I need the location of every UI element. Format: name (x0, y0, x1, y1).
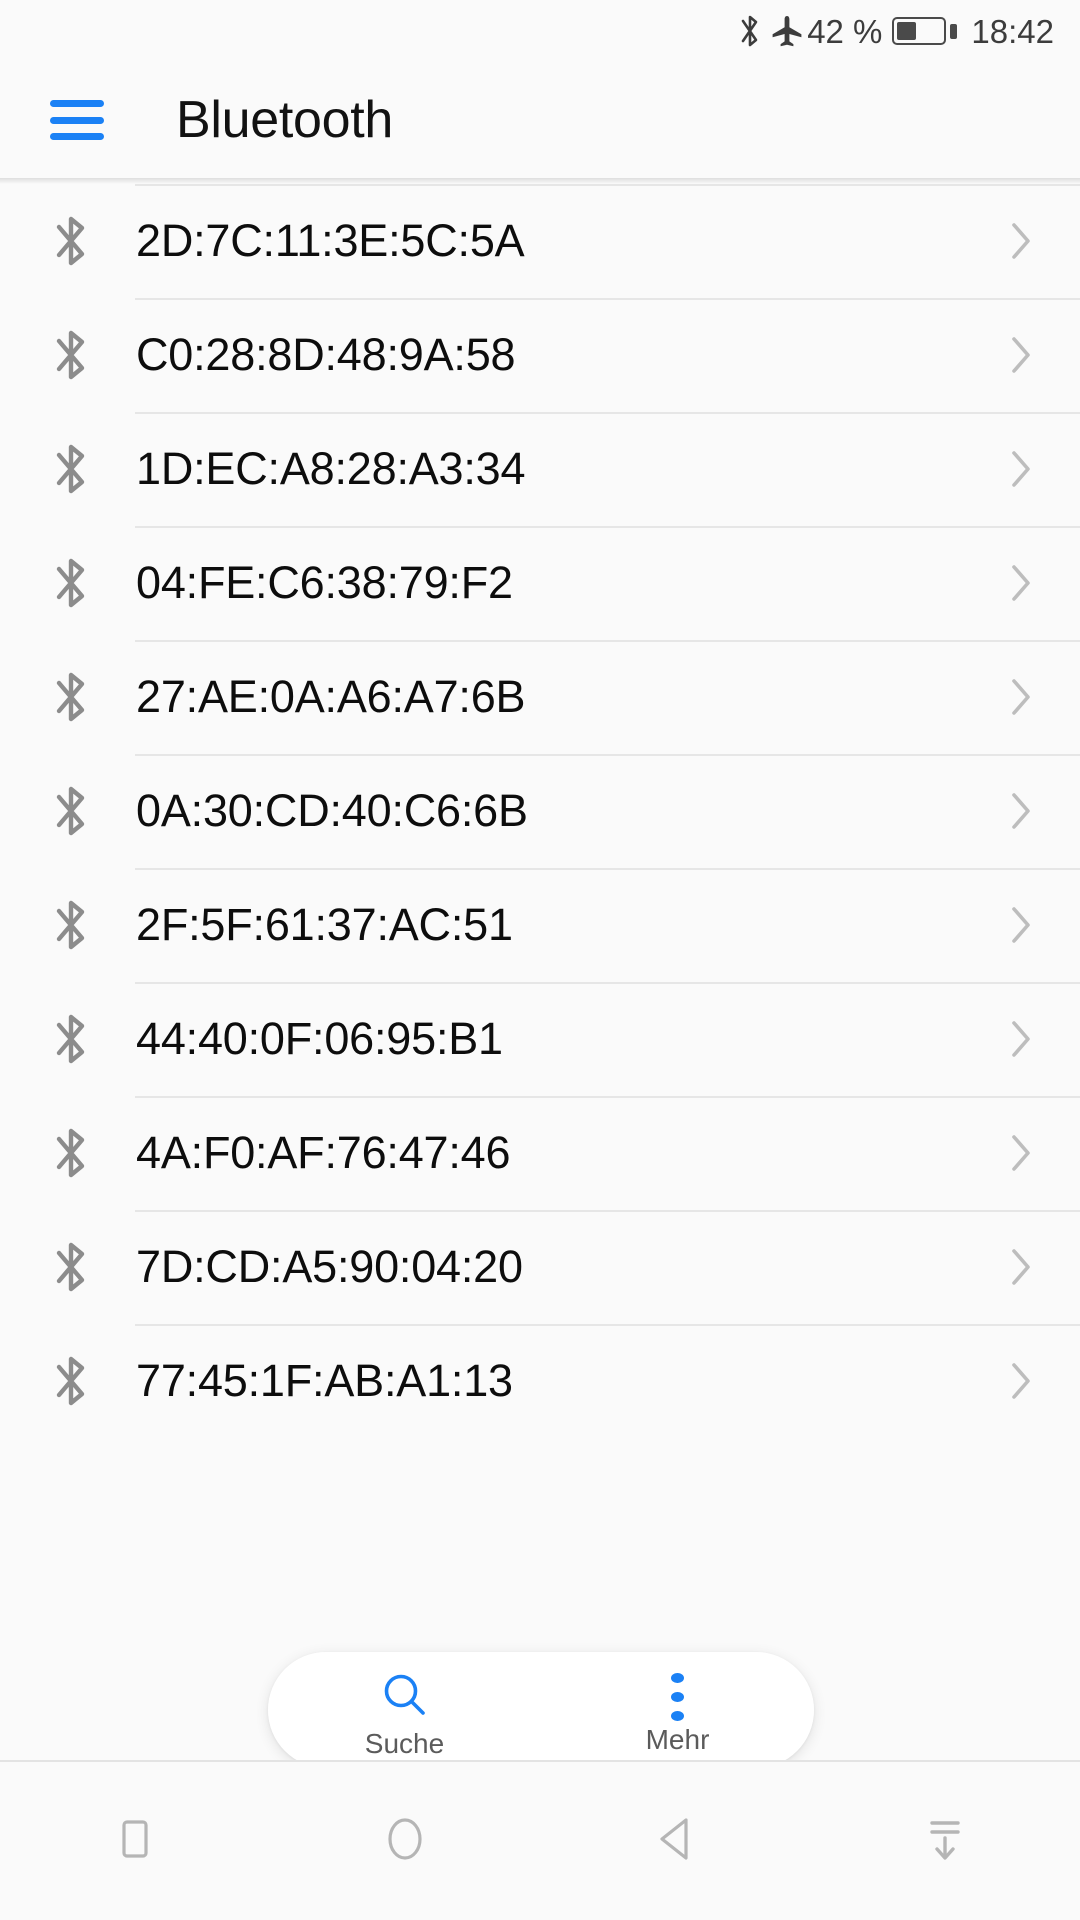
more-vertical-icon (671, 1673, 684, 1722)
battery-percent-label: 42 % (807, 15, 882, 48)
device-row[interactable]: 27:AE:0A:A6:A7:6B (0, 640, 1080, 754)
hide-navbar-button[interactable] (865, 1761, 1025, 1920)
device-address-label: 04:FE:C6:38:79:F2 (136, 557, 513, 609)
bluetooth-device-icon (48, 1008, 94, 1070)
bluetooth-device-icon (48, 1122, 94, 1184)
back-button[interactable] (595, 1761, 755, 1920)
home-button[interactable] (325, 1761, 485, 1920)
back-triangle-icon (648, 1812, 702, 1871)
bluetooth-device-icon (48, 894, 94, 956)
device-row[interactable]: 44:40:0F:06:95:B1 (0, 982, 1080, 1096)
device-address-label: 1D:EC:A8:28:A3:34 (136, 443, 525, 495)
device-address-label: 2F:5F:61:37:AC:51 (136, 899, 513, 951)
bluetooth-device-icon (48, 1350, 94, 1412)
phone-screen: 42 % 18:42 Bluetooth 2D:7C:11:3E:5C:5A C0… (0, 0, 1080, 1920)
bluetooth-device-icon (48, 1236, 94, 1298)
page-title: Bluetooth (176, 94, 393, 146)
bluetooth-device-icon (48, 666, 94, 728)
bluetooth-icon (737, 11, 763, 51)
airplane-mode-icon (769, 13, 805, 49)
chevron-right-icon[interactable] (1010, 221, 1032, 261)
system-navigation-bar (0, 1760, 1080, 1920)
bluetooth-device-icon (48, 552, 94, 614)
chevron-right-icon[interactable] (1010, 677, 1032, 717)
chevron-right-icon[interactable] (1010, 1361, 1032, 1401)
search-button[interactable]: Suche (310, 1663, 500, 1758)
status-bar: 42 % 18:42 (0, 0, 1080, 62)
bluetooth-device-icon (48, 438, 94, 500)
battery-icon (892, 17, 946, 45)
device-address-label: 0A:30:CD:40:C6:6B (136, 785, 528, 837)
chevron-right-icon[interactable] (1010, 335, 1032, 375)
chevron-right-icon[interactable] (1010, 563, 1032, 603)
chevron-right-icon[interactable] (1010, 791, 1032, 831)
chevron-right-icon[interactable] (1010, 1247, 1032, 1287)
chevron-right-icon[interactable] (1010, 1019, 1032, 1059)
recents-button[interactable] (55, 1761, 215, 1920)
bluetooth-device-icon (48, 324, 94, 386)
device-address-label: 77:45:1F:AB:A1:13 (136, 1355, 513, 1407)
device-row[interactable]: C0:28:8D:48:9A:58 (0, 298, 1080, 412)
more-button-label: Mehr (646, 1726, 710, 1754)
device-row[interactable]: 2D:7C:11:3E:5C:5A (0, 184, 1080, 298)
device-address-label: C0:28:8D:48:9A:58 (136, 329, 515, 381)
search-button-label: Suche (365, 1730, 444, 1758)
device-row[interactable]: 4A:F0:AF:76:47:46 (0, 1096, 1080, 1210)
device-address-label: 27:AE:0A:A6:A7:6B (136, 671, 525, 723)
device-address-label: 2D:7C:11:3E:5C:5A (136, 215, 524, 267)
app-bar: Bluetooth (0, 62, 1080, 178)
bluetooth-device-icon (48, 780, 94, 842)
device-row[interactable]: 0A:30:CD:40:C6:6B (0, 754, 1080, 868)
floating-action-bar: Suche Mehr (268, 1652, 814, 1768)
device-row[interactable]: 77:45:1F:AB:A1:13 (0, 1324, 1080, 1438)
chevron-right-icon[interactable] (1010, 905, 1032, 945)
device-address-label: 4A:F0:AF:76:47:46 (136, 1127, 510, 1179)
bluetooth-device-icon (48, 210, 94, 272)
recents-square-icon (110, 1814, 160, 1869)
chevron-right-icon[interactable] (1010, 1133, 1032, 1173)
device-row[interactable]: 2F:5F:61:37:AC:51 (0, 868, 1080, 982)
chevron-right-icon[interactable] (1010, 449, 1032, 489)
hide-navbar-icon (918, 1812, 972, 1871)
bluetooth-device-list[interactable]: 2D:7C:11:3E:5C:5A C0:28:8D:48:9A:58 1D:EC:… (0, 184, 1080, 1760)
home-circle-icon (377, 1811, 433, 1872)
battery-tip-icon (950, 24, 957, 39)
device-row[interactable]: 7D:CD:A5:90:04:20 (0, 1210, 1080, 1324)
clock-label: 18:42 (971, 15, 1054, 48)
device-row[interactable]: 04:FE:C6:38:79:F2 (0, 526, 1080, 640)
hamburger-menu-icon[interactable] (50, 100, 104, 140)
device-address-label: 44:40:0F:06:95:B1 (136, 1013, 503, 1065)
device-row[interactable]: 1D:EC:A8:28:A3:34 (0, 412, 1080, 526)
device-address-label: 7D:CD:A5:90:04:20 (136, 1241, 523, 1293)
search-icon (379, 1669, 431, 1726)
more-button[interactable]: Mehr (583, 1667, 773, 1754)
